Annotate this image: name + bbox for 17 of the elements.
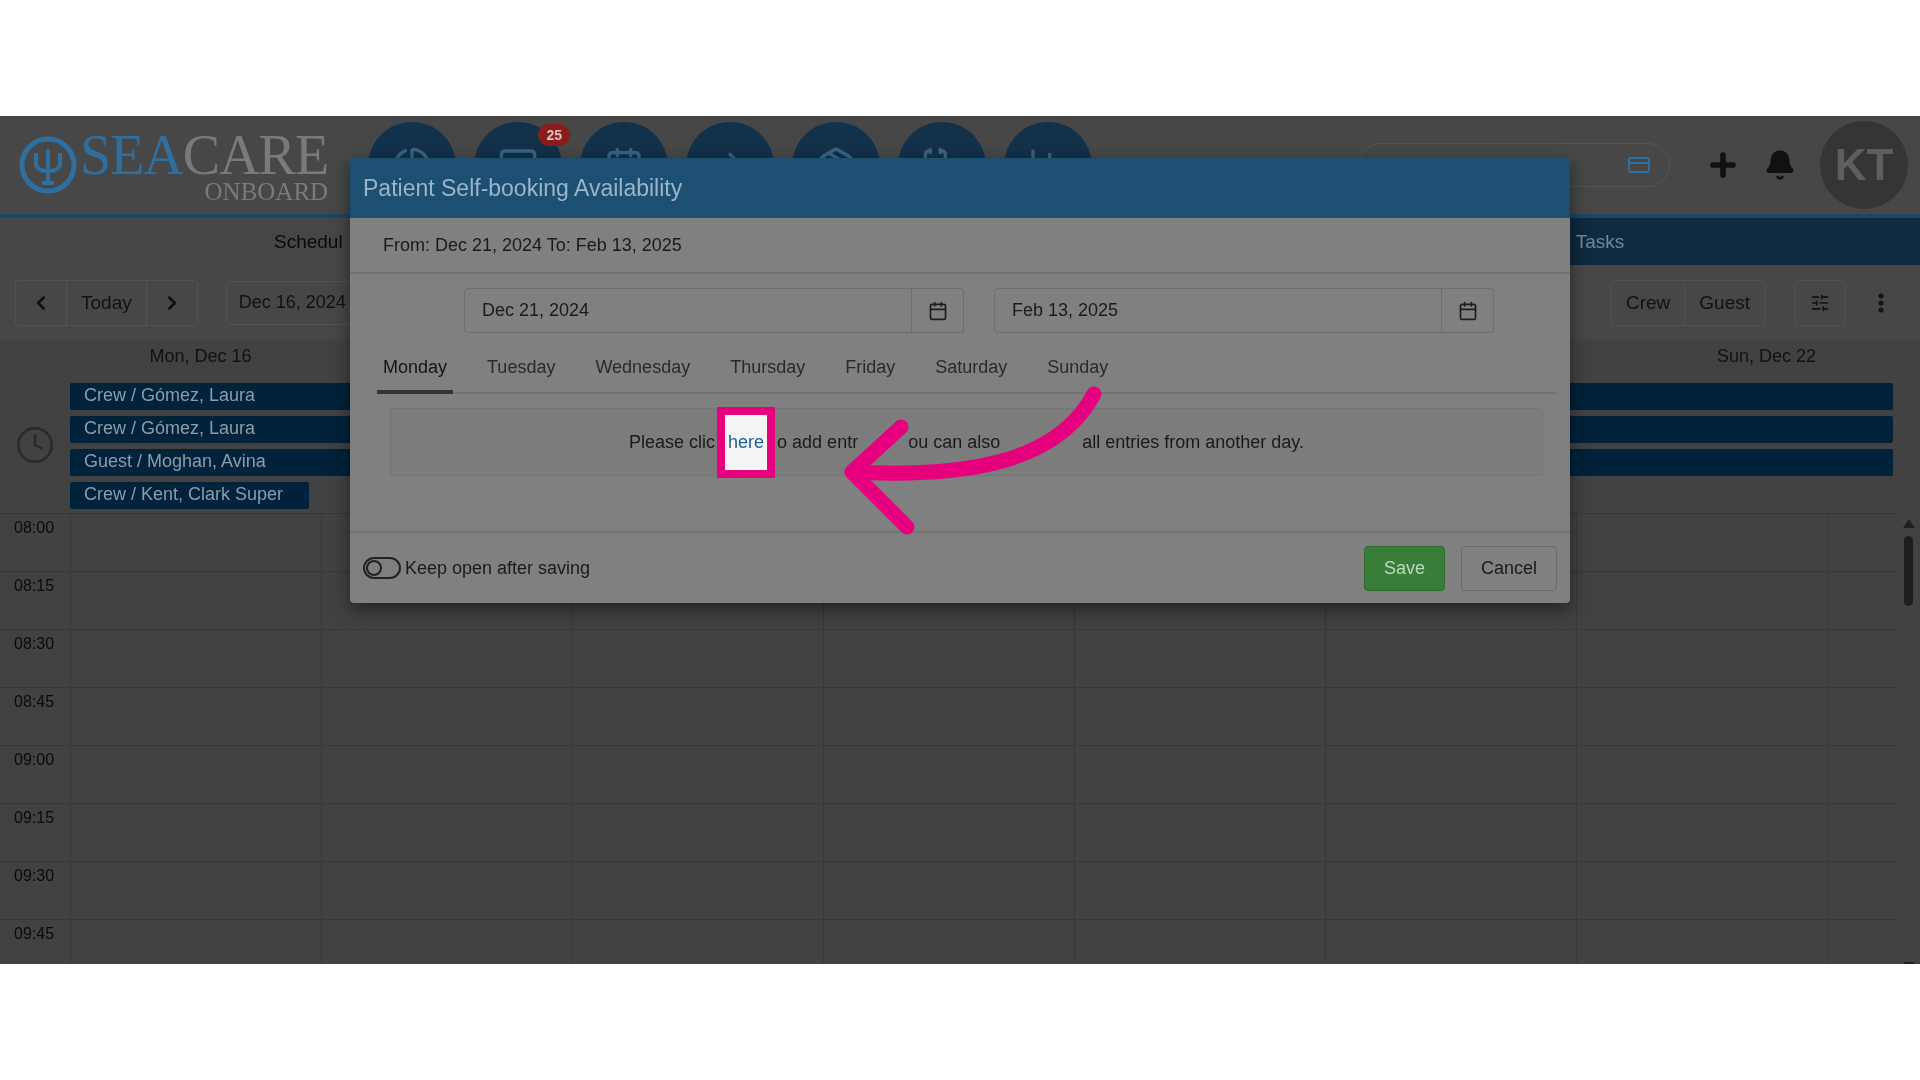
time-label: 09:15: [13, 808, 56, 828]
toggle-label: Keep open after saving: [405, 557, 591, 579]
instruction-text: ou can also: [908, 431, 1001, 453]
time-label: 09:30: [13, 866, 56, 886]
time-label: 09:45: [13, 924, 56, 944]
dialog-title: Patient Self-booking Availability: [350, 158, 1570, 218]
time-label: 08:00: [13, 518, 56, 538]
time-label: 09:00: [13, 750, 56, 770]
time-label: 08:30: [13, 634, 56, 654]
instruction-text: Please clic: [629, 431, 716, 453]
time-label: 08:15: [13, 576, 56, 596]
time-label: 08:45: [13, 692, 56, 712]
logo-wordmark: SEACARE: [80, 126, 329, 183]
instruction-text: o add entr: [777, 431, 859, 453]
date-range-text: From: Dec 21, 2024 To: Feb 13, 2025: [350, 218, 1570, 274]
notification-badge: 25: [538, 124, 570, 146]
instruction-text: all entries from another day.: [1082, 431, 1304, 453]
